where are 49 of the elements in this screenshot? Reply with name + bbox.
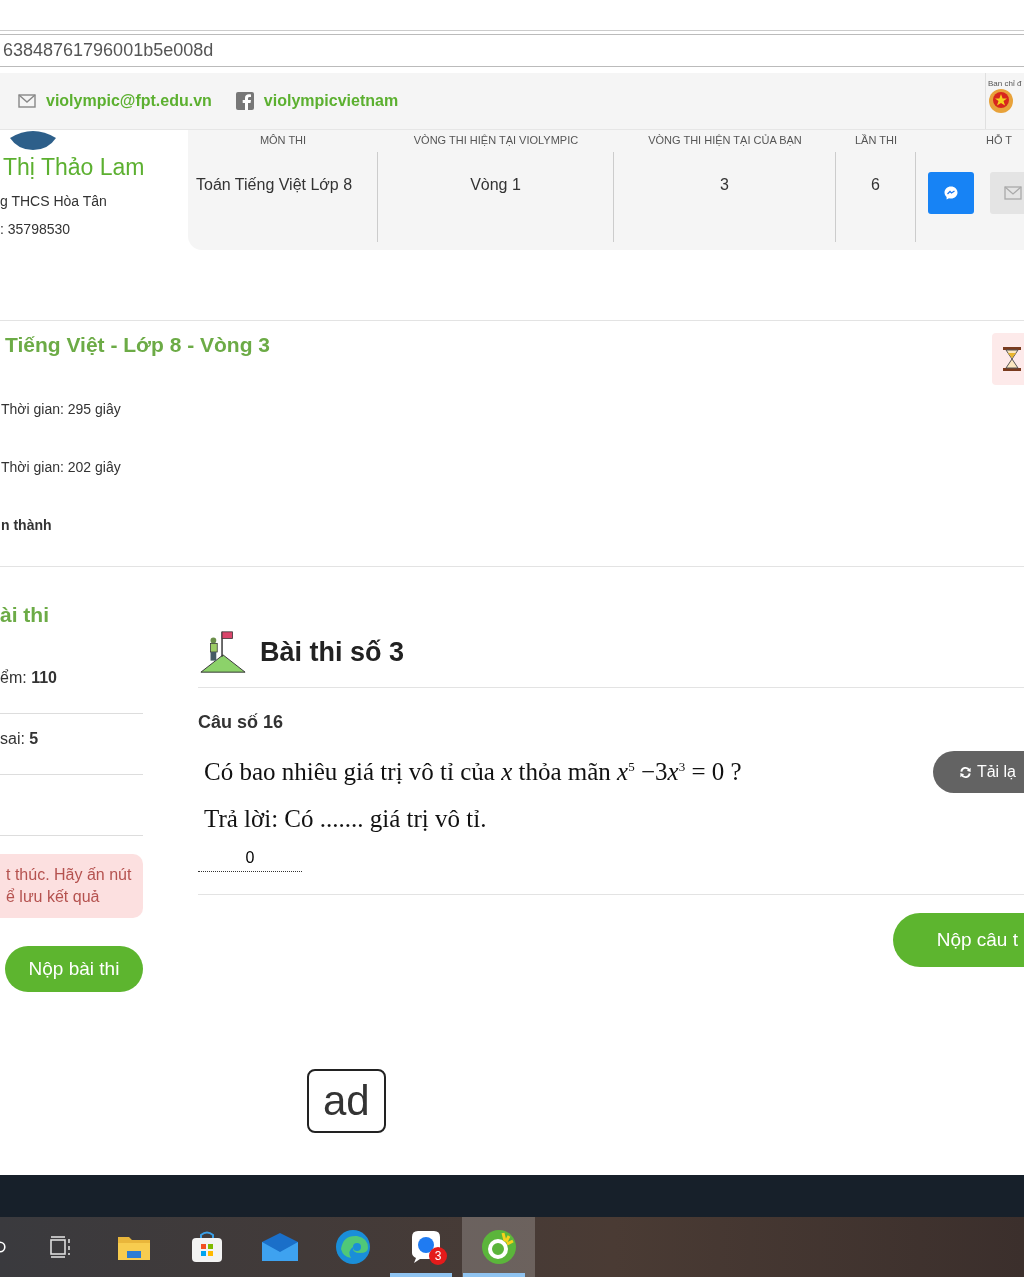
chat-taskbar-button[interactable]: 3 [389,1217,462,1277]
round-info: n thành [1,517,53,533]
exam-title: Bài thi số 3 [260,636,405,668]
section-title: ài thi [0,603,50,628]
column-header: VÒNG THI HIỆN TẠI CỦA BẠN [647,133,803,148]
question-text: Có bao nhiêu giá trị vô tỉ của x thỏa mãn x$^{5}$ −3x$^{3}$ = 0 ? [204,758,742,786]
mail-icon [18,94,36,108]
answer-prompt: Trả lời: Có ....... giá trị vô tỉ. [204,805,488,833]
avatar-icon [8,130,58,150]
messenger-icon [943,185,959,201]
messenger-button[interactable] [928,172,974,214]
summit-flag-icon [198,628,248,676]
facebook-link[interactable]: violympicvietnam [263,92,399,110]
ring-logo-icon [480,1229,517,1265]
table-cell: Toán Tiếng Việt Lớp 8 [188,152,378,242]
swirl-icon [334,1229,371,1265]
facebook-icon [235,92,254,110]
column-header: MÔN THI [258,133,308,148]
email-link[interactable]: violympic@fpt.edu.vn [46,92,212,110]
column-header: HỖ T [985,133,1014,148]
agency-label: Ban chỉ đ [988,79,1022,88]
student-name: Thị Thảo Lam [3,154,145,181]
shopping-bag-icon [189,1230,224,1264]
table-cell: 3 [614,152,836,242]
reload-button[interactable]: Tải lạ [932,751,1024,793]
round-info: Thời gian: 202 giây [1,459,122,475]
score-stat: ểm: 110 [0,653,143,714]
notification-badge: 3 [429,1247,447,1265]
school-name: g THCS Hòa Tân [0,193,107,209]
address-bar[interactable]: 63848761796001b5e008d [0,34,1024,67]
submit-answer-button[interactable]: Nộp câu t [892,913,1024,967]
ad-label: ad [307,1069,386,1133]
round-info: Thời gian: 295 giây [1,401,122,417]
round-title: Tiếng Việt - Lớp 8 - Vòng 3 [5,333,271,357]
browser-taskbar-button[interactable] [462,1217,535,1277]
column-header: VÒNG THI HIỆN TẠI VIOLYMPIC [412,133,580,148]
question-number: Câu số 16 [198,712,285,733]
student-id: : 35798530 [0,221,71,237]
envelope-icon [260,1232,299,1262]
alert-message: t thúc. Hãy ấn nút ể lưu kết quả [0,854,143,918]
column-header: LẦN THI [854,133,898,148]
emblem-icon [988,88,1014,114]
score-stat: sai: 5 [0,714,143,775]
table-cell: Vòng 1 [378,152,614,242]
submit-exam-button[interactable]: Nộp bài thi [5,946,143,992]
hourglass-icon [1002,346,1022,372]
reload-icon [958,765,972,779]
mail-icon [1004,186,1022,200]
table-cell: 6 [836,152,916,242]
